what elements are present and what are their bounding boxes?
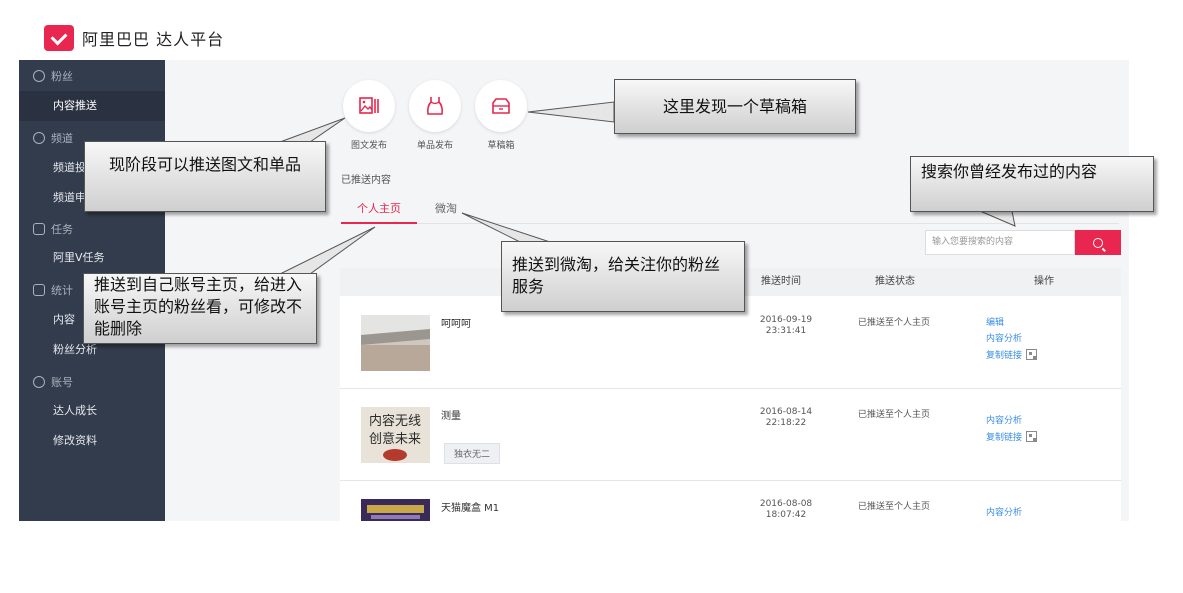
content-tag: 独衣无二 (444, 443, 501, 464)
publish-single-item-button[interactable]: 单品发布 (407, 80, 463, 151)
brand: 阿里巴巴 达人平台 (44, 25, 224, 51)
task-icon (33, 223, 45, 235)
search-input[interactable]: 输入您要搜索的内容 (925, 230, 1075, 255)
chart-icon (33, 284, 45, 296)
search-icon (1093, 237, 1103, 248)
content-analysis-link[interactable]: 内容分析 (986, 331, 1022, 344)
push-time: 2016-08-14 22:18:22 (759, 407, 813, 428)
callout-drafts: 这里发现一个草稿箱 (614, 79, 856, 134)
content-title[interactable]: 天猫魔盒 M1 (441, 499, 499, 514)
callout-home: 推送到自己账号主页，给进入账号主页的粉丝看，可修改不能删除 (83, 273, 317, 344)
sidebar-item-edit-profile[interactable]: 修改资料 (19, 426, 165, 456)
push-status: 已推送至个人主页 (858, 410, 931, 420)
table-row: 天猫魔盒 M1 2016-08-08 18:07:42 已推送至个人主页 内容分… (340, 481, 1121, 521)
sidebar-group-label: 账号 (51, 376, 73, 389)
sidebar-group-label: 统计 (51, 284, 73, 297)
column-push-status: 推送状态 (875, 276, 915, 287)
content-thumbnail[interactable] (361, 499, 430, 521)
content-analysis-link[interactable]: 内容分析 (986, 413, 1022, 426)
sidebar-group-account[interactable]: 账号 (33, 374, 73, 390)
clothing-icon (427, 97, 443, 115)
thumbnail-text: 创意未来 (369, 431, 421, 447)
drafts-box-button[interactable]: 草稿箱 (473, 80, 529, 151)
content-title[interactable]: 呵呵呵 (441, 315, 471, 330)
copy-link[interactable]: 复制链接 (986, 348, 1038, 361)
thumbnail-text: 内容无线 (369, 413, 421, 429)
compass-icon (33, 132, 45, 144)
tab-weitao[interactable]: 微淘 (419, 200, 473, 224)
sidebar-group-channel[interactable]: 频道 (33, 130, 73, 146)
copy-link[interactable]: 复制链接 (986, 430, 1038, 443)
push-time: 2016-09-19 23:31:41 (759, 315, 813, 336)
content-title[interactable]: 测量 (441, 407, 461, 422)
tab-personal-home[interactable]: 个人主页 (341, 200, 417, 224)
push-status: 已推送至个人主页 (858, 502, 931, 512)
content-thumbnail[interactable] (361, 315, 430, 371)
callout-search: 搜索你曾经发布过的内容 (910, 156, 1154, 212)
column-push-time: 推送时间 (761, 276, 801, 287)
sidebar-group-task[interactable]: 任务 (33, 221, 73, 237)
callout-publish: 现阶段可以推送图文和单品 (84, 141, 326, 212)
qr-code-icon[interactable] (1026, 431, 1038, 442)
drafts-box-icon (492, 98, 510, 114)
sidebar-group-fans[interactable]: 粉丝 (33, 68, 73, 84)
callout-weitao: 推送到微淘，给关注你的粉丝服务 (501, 241, 745, 312)
content-thumbnail[interactable]: 内容无线 创意未来 (361, 407, 430, 463)
push-time: 2016-08-08 18:07:42 (759, 499, 813, 520)
table-row: 内容无线 创意未来 测量 独衣无二 2016-08-14 22:18:22 已推… (340, 389, 1121, 481)
search-button[interactable] (1075, 230, 1121, 255)
fans-icon (33, 70, 45, 82)
sidebar-group-label: 频道 (51, 132, 73, 145)
column-operations: 操作 (1034, 276, 1054, 287)
sidebar-item-growth[interactable]: 达人成长 (19, 396, 165, 426)
sidebar-group-label: 粉丝 (51, 70, 73, 83)
content-analysis-link[interactable]: 内容分析 (986, 505, 1022, 518)
sidebar-item-aliv-task[interactable]: 阿里V任务 (19, 243, 165, 273)
pushed-content-title: 已推送内容 (341, 175, 391, 186)
sidebar-group-stats[interactable]: 统计 (33, 282, 73, 298)
sidebar-group-label: 任务 (51, 223, 73, 236)
image-text-icon (359, 97, 379, 114)
wrench-icon (33, 376, 45, 388)
publish-image-text-button[interactable]: 图文发布 (341, 80, 397, 151)
edit-link[interactable]: 编辑 (986, 315, 1004, 328)
sidebar-item-content-push[interactable]: 内容推送 (19, 91, 165, 121)
qr-code-icon[interactable] (1026, 349, 1038, 360)
alibaba-v-logo-icon (44, 25, 74, 51)
brand-name: 阿里巴巴 达人平台 (82, 30, 225, 49)
push-status: 已推送至个人主页 (858, 318, 931, 328)
